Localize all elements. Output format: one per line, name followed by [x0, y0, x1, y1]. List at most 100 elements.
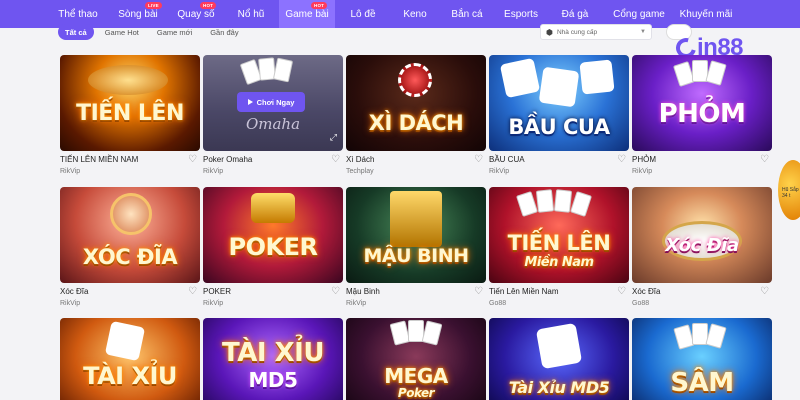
nav-label: Game bài [285, 8, 329, 20]
game-thumbnail[interactable]: XÌ DÁCH [346, 55, 486, 151]
nav-esports[interactable]: Esports [495, 0, 547, 28]
nav-label: Sòng bài [118, 8, 158, 20]
thumbnail-title: Xóc Đĩa [665, 235, 739, 256]
thumbnail-title: TIẾN LÊN [507, 231, 611, 255]
game-thumbnail[interactable]: SÂM [632, 318, 772, 400]
nav-label: Cổng game [613, 8, 665, 20]
game-name: POKER [203, 287, 232, 296]
game-thumbnail[interactable]: XÓC ĐĨA [60, 187, 200, 283]
thumbnail-title: BẦU CUA [508, 115, 610, 139]
game-card[interactable]: TÀI XỈU MD5 [203, 318, 343, 400]
game-thumbnail[interactable]: PHỎM [632, 55, 772, 151]
nav-lo-de[interactable]: Lô đề [335, 0, 391, 28]
game-card[interactable]: XÌ DÁCH Xì Dách ♡ Techplay [346, 55, 486, 175]
playing-card-icon [535, 189, 555, 213]
playing-card-icon [272, 57, 294, 83]
heart-icon[interactable]: ♡ [188, 154, 197, 165]
expand-icon[interactable]: ⤢ [330, 132, 337, 143]
game-thumbnail[interactable]: Tài Xỉu MD5 [489, 318, 629, 400]
game-thumbnail[interactable]: TÀI XỈU MD5 [203, 318, 343, 400]
game-thumbnail[interactable]: TIẾN LÊN [60, 55, 200, 151]
nav-label: Nổ hũ [237, 8, 265, 20]
game-card[interactable]: MẬU BINH Mậu Binh ♡ RikVip [346, 187, 486, 307]
category-filters: Tất cả Game Hot Game mới Gần đây [58, 22, 246, 42]
game-card[interactable]: SÂM [632, 318, 772, 400]
game-thumbnail[interactable]: MẬU BINH [346, 187, 486, 283]
game-provider: Go88 [632, 300, 650, 307]
game-card[interactable]: TÀI XỈU [60, 318, 200, 400]
heart-icon[interactable]: ♡ [617, 286, 626, 297]
game-card[interactable]: POKER POKER ♡ RikVip [203, 187, 343, 307]
dragon-emblem-icon [88, 65, 168, 95]
playing-card-icon [705, 323, 727, 349]
thumbnail-title: Omaha [245, 115, 301, 133]
dice-icon [579, 59, 615, 95]
game-thumbnail[interactable]: MEGA Poker [346, 318, 486, 400]
thumbnail-title: Tài Xỉu MD5 [508, 378, 610, 397]
heart-icon[interactable]: ♡ [760, 286, 769, 297]
thumbnail-title: TÀI XỈU [83, 362, 177, 390]
nav-keno[interactable]: Keno [391, 0, 439, 28]
game-thumbnail[interactable]: BẦU CUA [489, 55, 629, 151]
nav-ban-ca[interactable]: Bắn cá [439, 0, 495, 28]
dice-cup-icon [110, 193, 152, 235]
play-now-button[interactable]: Chơi Ngay [237, 92, 305, 112]
nav-label: Esports [504, 8, 538, 20]
hot-badge: HOT [311, 2, 328, 9]
heart-icon[interactable]: ♡ [474, 154, 483, 165]
dice-icon [499, 57, 541, 99]
game-card[interactable]: BẦU CUA BẦU CUA ♡ RikVip [489, 55, 629, 175]
game-card[interactable]: TIẾN LÊN Miền Nam Tiến Lên Miền Nam ♡ Go… [489, 187, 629, 307]
provider-select[interactable]: ⬢ Nhà cung cấp ▼ [540, 24, 652, 40]
playing-card-icon [515, 191, 539, 217]
game-thumbnail[interactable]: Chơi Ngay Omaha ⤢ [203, 55, 343, 151]
hot-badge: HOT [200, 2, 217, 9]
game-card[interactable]: Chơi Ngay Omaha ⤢ Poker Omaha ♡ RikVip [203, 55, 343, 175]
nav-label: Quay số [177, 8, 215, 20]
heart-icon[interactable]: ♡ [331, 154, 340, 165]
game-card[interactable]: MEGA Poker [346, 318, 486, 400]
filter-all[interactable]: Tất cả [58, 24, 94, 40]
game-provider: RikVip [632, 168, 653, 175]
game-thumbnail[interactable]: TÀI XỈU [60, 318, 200, 400]
game-provider: RikVip [203, 300, 224, 307]
game-thumbnail[interactable]: TIẾN LÊN Miền Nam [489, 187, 629, 283]
thumbnail-title: XÓC ĐĨA [82, 245, 178, 269]
heart-icon[interactable]: ♡ [760, 154, 769, 165]
filter-game-moi[interactable]: Game mới [150, 24, 199, 40]
thumbnail-title: TIẾN LÊN [76, 101, 184, 126]
dice-icon [104, 320, 146, 362]
game-thumbnail[interactable]: POKER [203, 187, 343, 283]
nav-game-bai[interactable]: HOT Game bài [279, 0, 335, 28]
game-provider: RikVip [60, 300, 81, 307]
heart-icon[interactable]: ♡ [617, 154, 626, 165]
game-card[interactable]: Xóc Đĩa Xóc Đĩa ♡ Go88 [632, 187, 772, 307]
playing-card-icon [553, 189, 573, 213]
game-card[interactable]: XÓC ĐĨA Xóc Đĩa ♡ RikVip [60, 187, 200, 307]
game-name: Poker Omaha [203, 155, 253, 164]
game-card[interactable]: PHỎM PHỎM ♡ RikVip [632, 55, 772, 175]
playing-card-icon [569, 191, 593, 217]
game-name: Tiến Lên Miền Nam [489, 287, 559, 296]
game-name: Xóc Đĩa [60, 287, 89, 296]
thumbnail-title: MẬU BINH [363, 245, 469, 267]
thumbnail-title: SÂM [670, 368, 734, 398]
heart-icon[interactable]: ♡ [474, 286, 483, 297]
game-name: TIẾN LÊN MIỀN NAM [60, 155, 139, 164]
game-provider: Go88 [489, 300, 507, 307]
playing-card-icon [421, 320, 443, 346]
heart-icon[interactable]: ♡ [331, 286, 340, 297]
heart-icon[interactable]: ♡ [188, 286, 197, 297]
thumbnail-subtitle: MD5 [248, 368, 298, 392]
game-card[interactable]: Tài Xỉu MD5 [489, 318, 629, 400]
game-card[interactable]: TIẾN LÊN TIẾN LÊN MIỀN NAM ♡ RikVip [60, 55, 200, 175]
filter-gan-day[interactable]: Gần đây [203, 24, 245, 40]
filter-game-hot[interactable]: Game Hot [98, 24, 146, 40]
provider-select-label: Nhà cung cấp [556, 28, 598, 36]
game-provider: RikVip [203, 168, 224, 175]
game-thumbnail[interactable]: Xóc Đĩa [632, 187, 772, 283]
thumbnail-title: POKER [228, 233, 318, 261]
card-frame-icon [390, 191, 442, 247]
game-name: BẦU CUA [489, 155, 525, 164]
play-icon [247, 99, 253, 105]
